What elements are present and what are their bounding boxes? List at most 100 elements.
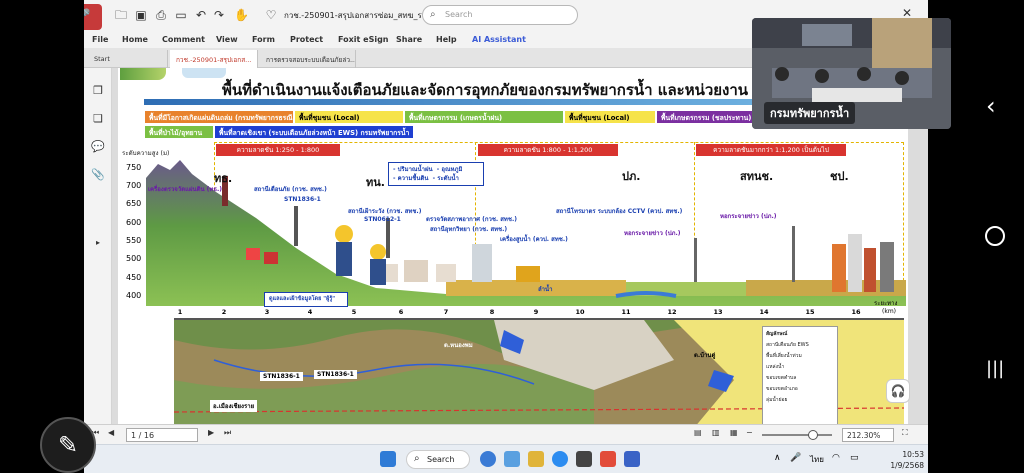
file-explorer-icon[interactable] [528,451,544,467]
meeting-video-thumbnail[interactable]: กรมทรัพยากรน้ำ [752,18,951,129]
bookmark-icon[interactable]: ❒ [91,84,105,98]
tab-start[interactable]: Start [88,50,168,68]
menu-file[interactable]: File [92,35,108,44]
menu-foxit-esign[interactable]: Foxit eSign [338,35,389,44]
mute-mic-icon[interactable]: 🎤 [84,4,102,30]
print-icon[interactable]: ⎙ [154,8,168,22]
place-rid: ชป. [830,170,849,183]
home-nav-icon[interactable] [985,226,1005,246]
single-page-icon[interactable]: ▤ [694,428,702,437]
store-icon[interactable] [576,451,592,467]
legend-item-2: พื้นที่เสี่ยงน้ำท่วม [766,353,802,359]
tray-chevron-icon[interactable]: ∧ [774,453,781,463]
y-tick-750: 750 [126,163,142,172]
menu-home[interactable]: Home [122,35,148,44]
continuous-icon[interactable]: ▥ [712,428,720,437]
photos-icon[interactable] [504,451,520,467]
station-pole-1 [294,206,298,246]
y-tick-700: 700 [126,181,142,190]
house-5 [436,264,456,282]
mic-tray-icon[interactable]: 🎤 [790,453,801,463]
zoom-out-icon[interactable]: − [746,428,753,437]
search-placeholder: Search [445,10,473,19]
menu-help[interactable]: Help [436,35,457,44]
comments-icon[interactable]: 💬 [91,140,105,154]
official-2 [370,259,386,285]
save-icon[interactable]: ▣ [134,8,148,22]
clock-date: 1/9/2568 [890,461,924,470]
label-siren-2: หอกระจายข่าว (ปภ.) [720,213,777,220]
water-tower [472,244,492,282]
label-ground-monitor: เครื่องตรวจวัดแผ่นดิน (ทธ.) [148,186,223,193]
x-tick-9: 9 [533,308,539,316]
x-tick-12: 12 [667,308,677,316]
battery-icon[interactable]: ▭ [850,453,859,463]
label-stream: ลำน้ำ [538,286,553,293]
siren-tower-2 [792,226,795,282]
next-page-icon[interactable]: ▶ [208,428,214,437]
foxit-icon[interactable] [600,451,616,467]
facing-icon[interactable]: ▦ [730,428,738,437]
x-tick-15: 15 [805,308,815,316]
menu-ai-assistant[interactable]: AI Assistant [472,35,526,44]
chrome-icon[interactable] [480,451,496,467]
taskbar-clock[interactable]: 10:53 1/9/2568 [876,449,924,471]
pages-icon[interactable]: ❏ [91,112,105,126]
zoom-slider-knob[interactable] [808,430,818,440]
callout-rainfall: - ปริมาณน้ำฝน [393,166,433,173]
zoom-app-icon[interactable] [552,451,568,467]
label-stn1836: STN1836-1 [284,196,321,203]
status-bar: ⏮ ◀ 1 / 16 ▶ ⏭ ▤ ▥ ▦ − 212.30% ⛶ [84,424,928,444]
menu-form[interactable]: Form [252,35,275,44]
redo-icon[interactable]: ↷ [212,8,226,22]
label-watch-station: สถานีเฝ้าระวัง (กวช. สทช.) [348,208,422,215]
legend-title: สัญลักษณ์ [766,331,788,337]
hand-tool-icon[interactable]: ✋ [234,8,249,22]
search-icon: ⌕ [430,9,436,20]
undo-icon[interactable]: ↶ [194,8,208,22]
windows-start-icon[interactable] [380,451,396,467]
windows-taskbar: ⌕ Search ∧ 🎤 ไทย ◠ ▭ 10:53 1/9/2568 [84,444,928,473]
zone-local-community-2: พื้นที่ชุมชน (Local) [564,110,656,124]
attachment-icon[interactable]: 📎 [91,168,105,182]
zoom-slider[interactable] [762,430,832,440]
tab-second-doc[interactable]: การตรวจสอบระบบเตือนภัยล่ว... [260,50,356,68]
house-4 [404,260,428,282]
video-caption: กรมทรัพยากรน้ำ [764,102,856,124]
taskbar-search[interactable]: ⌕ Search [406,450,470,469]
x-tick-16: 16 [851,308,861,316]
left-navigation-panel: ❒ ❏ 💬 📎 ▸ [84,68,112,424]
ministry-logo [120,68,166,80]
tab-current-doc[interactable]: กวช.-250901-สรุปเอกส... [170,50,258,68]
legend-item-3: แหล่งน้ำ [766,364,785,370]
headset-help-icon[interactable]: 🎧 [886,379,910,403]
wifi-icon[interactable]: ◠ [832,453,840,463]
menu-view[interactable]: View [216,35,238,44]
recents-nav-icon[interactable]: ||| [986,358,1004,379]
zoom-level-field[interactable]: 212.30% [842,428,894,442]
x-tick-14: 14 [759,308,769,316]
expand-panel-icon[interactable]: ▸ [91,236,105,250]
language-indicator[interactable]: ไทย [810,453,824,466]
prev-page-icon[interactable]: ◀ [108,428,114,437]
department-logo [182,68,226,78]
back-nav-icon[interactable]: ‹ [986,92,996,120]
taskbar-search-label: Search [427,455,455,464]
x-tick-1: 1 [177,308,183,316]
edit-pen-button[interactable]: ✎ [40,417,96,473]
menu-comment[interactable]: Comment [162,35,205,44]
legend-item-1: สถานีเตือนภัย EWS [766,342,809,348]
snipping-tool-icon[interactable] [624,451,640,467]
open-folder-icon[interactable]: 🗀 [114,8,128,22]
search-input[interactable]: ⌕ Search [422,5,578,25]
last-page-icon[interactable]: ⏭ [224,428,231,438]
new-doc-icon[interactable]: ▭ [174,8,188,22]
house-2 [264,252,278,264]
menu-share[interactable]: Share [396,35,422,44]
menu-protect[interactable]: Protect [290,35,323,44]
place-dwr: ทน. [366,176,385,189]
label-siren-1: หอกระจายข่าว (ปภ.) [624,230,681,237]
fit-page-icon[interactable]: ⛶ [902,428,908,438]
x-tick-10: 10 [575,308,585,316]
page-number-field[interactable]: 1 / 16 [126,428,198,442]
